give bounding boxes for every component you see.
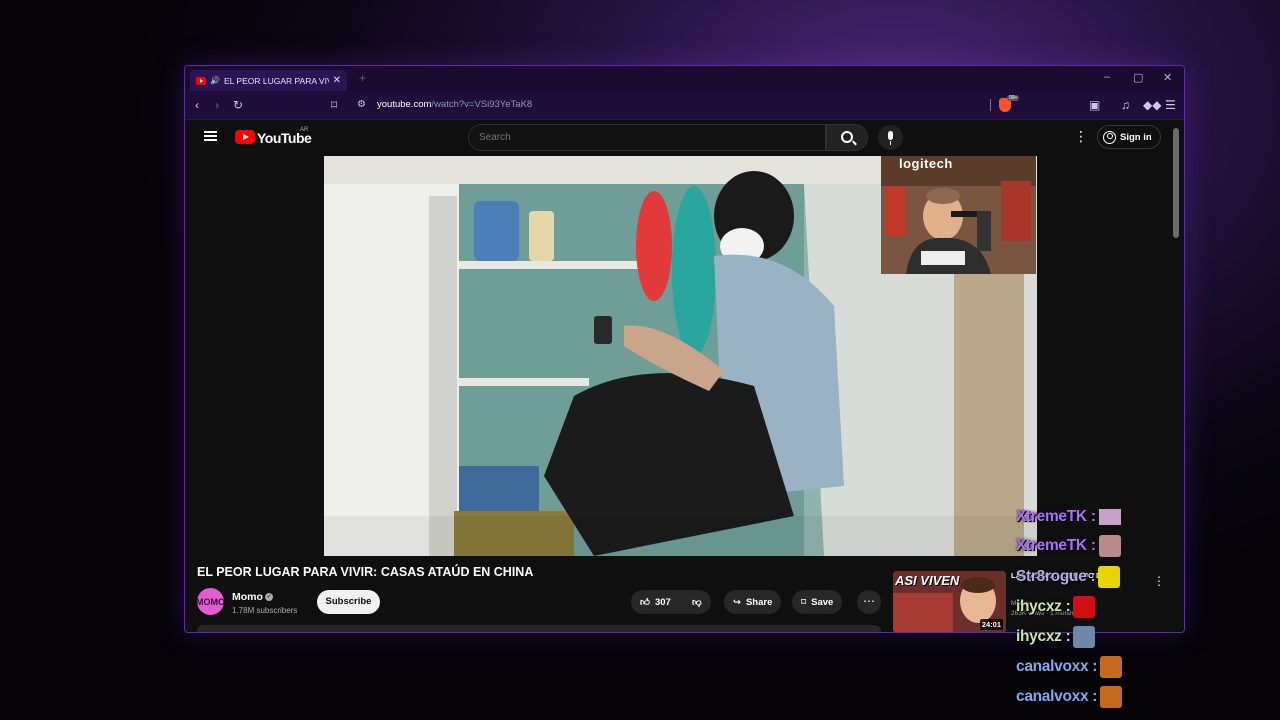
music-icon[interactable]: ♫ [1121, 98, 1130, 112]
bookmark-save-icon: ⌑ [801, 596, 807, 608]
chat-username: XtremeTK : [1016, 537, 1096, 554]
settings-kebab-icon[interactable]: ⋮ [1074, 129, 1088, 143]
youtube-favicon-icon [196, 76, 206, 85]
thumbnail-text: ASI VIVEN [895, 573, 960, 588]
chat-message: XtremeTK : [1016, 509, 1121, 525]
webcam-brand: logitech [899, 156, 953, 171]
tab-title: EL PEOR LUGAR PARA VIVIR: CASAS ATAÚD EN… [223, 75, 329, 86]
channel-avatar[interactable]: MOMO [196, 588, 225, 615]
shield-count-badge: 99+ [1007, 95, 1020, 101]
screenshot-icon[interactable]: ▣ [1089, 98, 1100, 112]
chat-emote-icon [1100, 656, 1123, 678]
minimize-icon[interactable]: – [1104, 71, 1110, 83]
page-scrollbar[interactable] [1173, 128, 1179, 238]
thumbs-up-icon: 👍︎ [640, 597, 650, 608]
thumbs-down-icon: 👎︎ [692, 597, 702, 608]
like-count: 307 [654, 596, 671, 608]
voice-search-icon[interactable] [878, 125, 903, 150]
dislike-button[interactable]: 👎︎ [683, 590, 719, 614]
chat-emote-icon [1098, 509, 1121, 525]
browser-tab[interactable]: 🔊 EL PEOR LUGAR PARA VIVIR: CASAS ATAÚD … [190, 70, 347, 91]
divider [990, 99, 991, 111]
maximize-icon[interactable]: ▢ [1133, 71, 1143, 84]
streamer-webcam: logitech [881, 156, 1036, 274]
new-tab-button[interactable]: + [359, 71, 366, 85]
channel-name[interactable]: Momo [232, 591, 263, 603]
video-duration: 24:01 [979, 619, 1003, 630]
recommended-menu-icon[interactable]: ⋮ [1153, 574, 1165, 588]
site-settings-icon[interactable]: ⚙ [357, 98, 366, 112]
forward-icon[interactable]: › [215, 98, 219, 112]
chat-username: Str8rogue : [1016, 568, 1096, 585]
glasses-icon[interactable]: ◆◆ [1143, 98, 1161, 112]
sign-in-button[interactable]: Sign in [1097, 125, 1161, 149]
title-bar: 🔊 EL PEOR LUGAR PARA VIVIR: CASAS ATAÚD … [185, 66, 1184, 91]
audio-playing-icon: 🔊 [210, 76, 220, 85]
youtube-header: YouTube AR ⋮ Sign in [185, 120, 1184, 156]
chat-message: canalvoxx : [1016, 655, 1123, 679]
chat-emote-icon [1073, 596, 1096, 618]
webcam-frame [881, 156, 1036, 274]
chat-username: XtremeTK : [1016, 509, 1096, 525]
subscribe-button[interactable]: Subscribe [317, 590, 380, 614]
youtube-logo-icon[interactable] [235, 130, 255, 144]
verified-icon: ✓ [265, 593, 273, 601]
close-window-icon[interactable]: ✕ [1163, 71, 1172, 84]
search-button[interactable] [826, 124, 868, 151]
chat-message: Str8rogue : [1016, 565, 1121, 589]
search-icon [841, 131, 853, 143]
reload-icon[interactable]: ↻ [233, 98, 243, 112]
chat-username: ihycxz : [1016, 598, 1071, 615]
chat-message: canalvoxx : [1016, 685, 1123, 709]
save-button[interactable]: ⌑ Save [792, 590, 843, 614]
chat-username: canalvoxx : [1016, 658, 1098, 675]
guide-menu-icon[interactable] [204, 131, 217, 141]
chat-emote-icon [1098, 535, 1121, 557]
video-title: EL PEOR LUGAR PARA VIVIR: CASAS ATAÚD EN… [197, 565, 534, 579]
chat-username: canalvoxx : [1016, 688, 1098, 705]
tab-close-icon[interactable]: ✕ [333, 75, 341, 86]
bookmark-icon[interactable]: ⌑ [331, 98, 337, 112]
description-box[interactable] [197, 625, 881, 632]
search-input[interactable] [468, 124, 826, 151]
share-icon: ↪ [733, 596, 741, 608]
address-bar: ‹ › ↻ ⌑ ⚙ youtube.com/watch?v=VSi93YeTaK… [185, 91, 1184, 120]
subscriber-count: 1.78M subscribers [232, 606, 298, 615]
chat-message: ihycxz : [1016, 595, 1096, 619]
chat-emote-icon [1100, 686, 1123, 708]
share-button[interactable]: ↪ Share [724, 590, 782, 614]
chat-username: ihycxz : [1016, 628, 1071, 645]
back-icon[interactable]: ‹ [195, 98, 199, 112]
chat-emote-icon [1098, 566, 1121, 588]
chat-message: ihycxz : [1016, 625, 1096, 649]
menu-icon[interactable]: ☰ [1165, 98, 1176, 112]
chat-emote-icon [1073, 626, 1096, 648]
url-field[interactable]: youtube.com/watch?v=VSi93YeTaK8 [377, 99, 532, 110]
recommended-thumbnail[interactable]: ASI VIVEN 24:01 [893, 571, 1006, 632]
region-code: AR [300, 127, 309, 133]
more-actions-icon[interactable]: ⋯ [857, 590, 881, 614]
account-icon [1103, 130, 1116, 144]
chat-message: XtremeTK : [1016, 534, 1121, 558]
